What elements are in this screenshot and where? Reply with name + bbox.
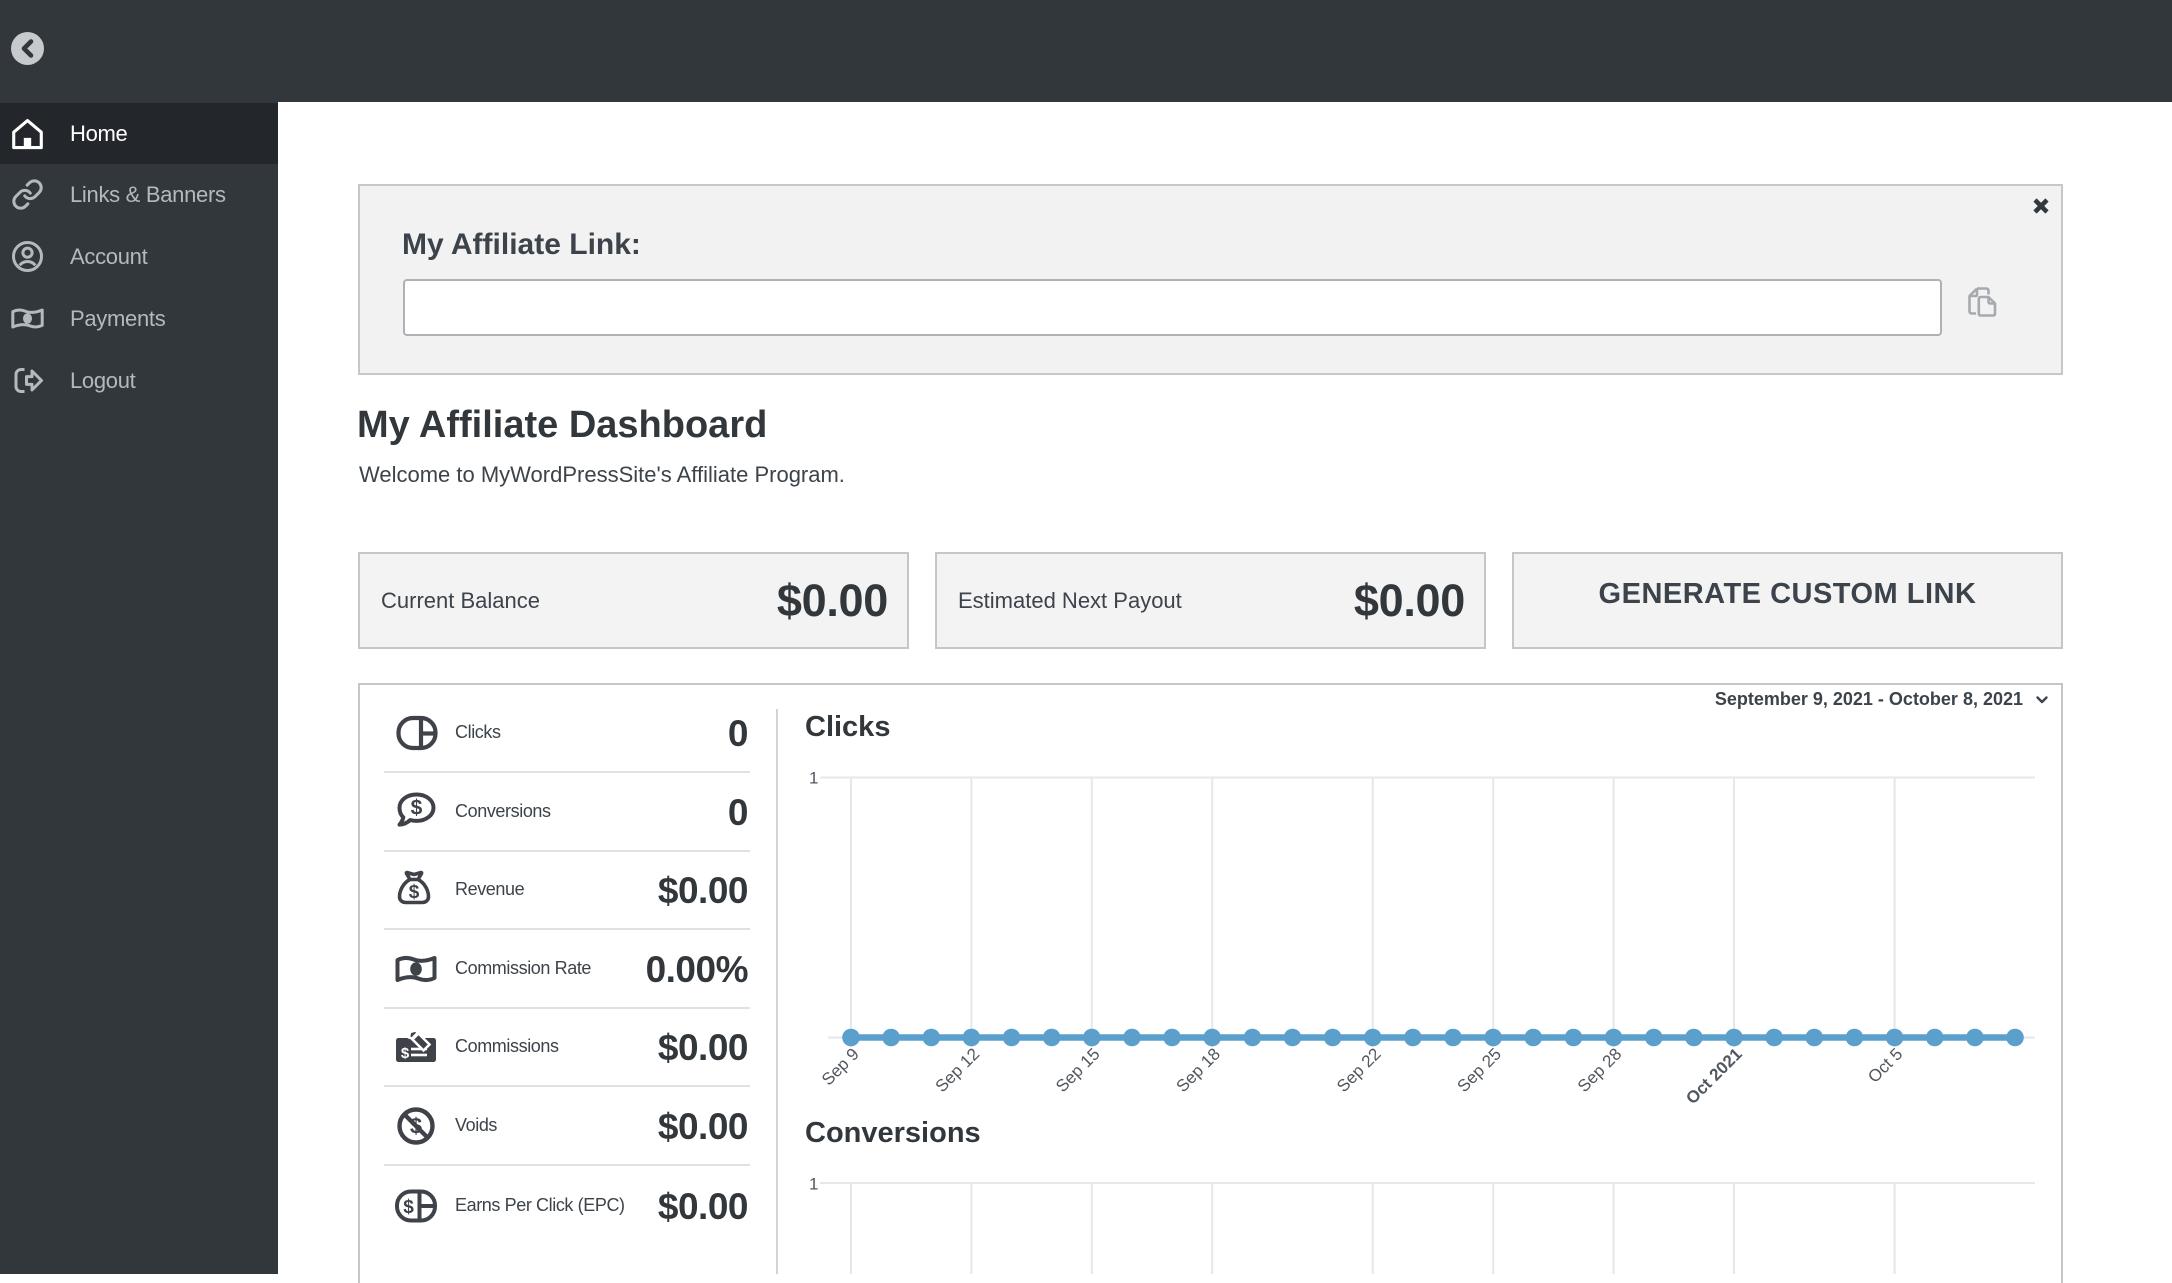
svg-text:Sep 28: Sep 28: [1574, 1044, 1626, 1096]
svg-text:1: 1: [809, 769, 818, 788]
svg-text:Sep 12: Sep 12: [932, 1044, 984, 1096]
svg-text:Sep 22: Sep 22: [1333, 1044, 1385, 1096]
svg-text:Sep 9: Sep 9: [818, 1044, 863, 1089]
svg-text:Oct 5: Oct 5: [1864, 1044, 1906, 1086]
svg-text:Sep 25: Sep 25: [1453, 1044, 1505, 1096]
svg-text:Sep 18: Sep 18: [1172, 1044, 1224, 1096]
svg-text:Sep 15: Sep 15: [1052, 1044, 1104, 1096]
svg-text:Oct 2021: Oct 2021: [1682, 1044, 1746, 1108]
svg-text:1: 1: [809, 1175, 818, 1194]
